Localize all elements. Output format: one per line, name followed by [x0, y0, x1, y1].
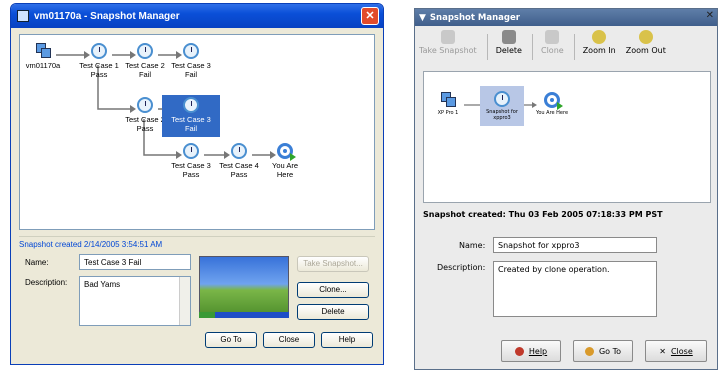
window-title: vm01170a - Snapshot Manager	[34, 10, 180, 22]
thumbnail-start-button	[199, 312, 215, 318]
vm-icon	[439, 92, 457, 108]
help-button[interactable]: Help	[321, 332, 373, 348]
description-field[interactable]: Created by clone operation.	[493, 261, 657, 317]
node-label: You Are Here	[272, 161, 298, 179]
tree-node-vm[interactable]: XP Pro 1	[426, 92, 470, 116]
name-label: Name:	[459, 241, 486, 250]
zoom-out-icon	[638, 30, 653, 44]
window-titlebar[interactable]: vm01170a - Snapshot Manager ✕	[11, 4, 383, 28]
delete-button[interactable]: Delete	[496, 26, 522, 55]
snapshot-tree-canvas[interactable]: XP Pro 1 Snapshot for xppro3 You Are Her…	[423, 71, 711, 203]
button-label: Go To	[598, 346, 622, 356]
name-field[interactable]: Test Case 3 Fail	[79, 254, 191, 270]
snapshot-icon	[494, 91, 510, 107]
tree-node-you-are-here[interactable]: You Are Here	[256, 143, 314, 179]
close-button[interactable]: ✕ Close	[645, 340, 707, 362]
snapshot-icon	[183, 143, 199, 159]
take-snapshot-button[interactable]: Take Snapshot	[419, 26, 477, 55]
description-label: Description:	[437, 263, 486, 272]
go-to-button[interactable]: Go To	[205, 332, 257, 348]
toolbar-separator	[531, 34, 533, 60]
toolbar-separator	[486, 34, 488, 60]
snapshot-screenshot-thumbnail	[199, 256, 289, 318]
window-menu-icon[interactable]: ▼	[419, 13, 426, 23]
node-label: You Are Here	[535, 110, 569, 116]
snapshot-icon	[231, 143, 247, 159]
toolbar-label: Take Snapshot	[419, 46, 477, 55]
node-label: Test Case 3 Fail	[171, 61, 211, 79]
go-to-icon	[584, 346, 594, 356]
help-button[interactable]: Help	[501, 340, 561, 362]
camera-icon	[440, 30, 455, 44]
close-icon: ✕	[659, 346, 666, 356]
snapshot-icon	[183, 97, 199, 113]
toolbar-label: Zoom Out	[625, 46, 666, 55]
node-label: XP Pro 1	[437, 110, 459, 116]
zoom-in-icon	[592, 30, 607, 44]
toolbar-label: Delete	[495, 46, 522, 55]
name-field[interactable]: Snapshot for xppro3	[493, 237, 657, 253]
take-snapshot-button[interactable]: Take Snapshot...	[297, 256, 369, 272]
description-scrollbar[interactable]	[179, 277, 190, 325]
delete-button[interactable]: Delete	[297, 304, 369, 320]
trash-icon	[501, 30, 516, 44]
name-label: Name:	[25, 258, 49, 267]
close-icon[interactable]: ✕	[706, 10, 714, 21]
tree-node-vm[interactable]: vm01170a	[14, 43, 72, 70]
snapshot-icon	[137, 97, 153, 113]
window-title: Snapshot Manager	[429, 12, 520, 23]
go-to-button[interactable]: Go To	[573, 340, 633, 362]
snapshot-created-text: Snapshot created 2/14/2005 3:54:51 AM	[19, 240, 163, 249]
snapshot-icon	[137, 43, 153, 59]
snapshot-manager-window-windows: vm01170a - Snapshot Manager ✕ vm01170a T…	[10, 3, 384, 365]
you-are-here-icon	[544, 92, 563, 110]
toolbar-separator	[573, 34, 575, 60]
tree-node-snapshot-selected[interactable]: Test Case 3 Fail	[162, 95, 220, 137]
toolbar: Take Snapshot Delete Clone Zoom In Zoom …	[415, 26, 717, 66]
close-button[interactable]: Close	[263, 332, 315, 348]
tree-node-snapshot-selected[interactable]: Snapshot for xppro3	[480, 86, 524, 126]
node-label: vm01170a	[25, 61, 61, 70]
snapshot-created-text: Snapshot created: Thu 03 Feb 2005 07:18:…	[423, 210, 663, 219]
you-are-here-icon	[277, 143, 296, 161]
tree-node-you-are-here[interactable]: You Are Here	[530, 92, 574, 116]
description-label: Description:	[25, 278, 68, 287]
clone-button[interactable]: Clone...	[297, 282, 369, 298]
clone-icon	[545, 30, 560, 44]
snapshot-tree-canvas[interactable]: vm01170a Test Case 1 Pass Test Case 2 Fa…	[19, 34, 375, 230]
node-label: Snapshot for xppro3	[486, 109, 518, 121]
node-label: Test Case 3 Fail	[171, 115, 211, 133]
toolbar-label: Zoom In	[582, 46, 616, 55]
app-icon	[17, 10, 29, 22]
help-icon	[514, 346, 524, 356]
toolbar-label: Clone	[540, 46, 564, 55]
button-label: Help	[528, 346, 548, 356]
zoom-out-button[interactable]: Zoom Out	[626, 26, 666, 55]
snapshot-icon	[183, 43, 199, 59]
description-field[interactable]: Bad Yams	[79, 276, 191, 326]
close-icon[interactable]: ✕	[361, 7, 379, 25]
vm-icon	[34, 43, 52, 59]
zoom-in-button[interactable]: Zoom In	[583, 26, 616, 55]
tree-node-snapshot[interactable]: Test Case 3 Fail	[162, 43, 220, 79]
snapshot-manager-window-linux: ▼ Snapshot Manager ✕ Take Snapshot Delet…	[414, 8, 718, 370]
snapshot-icon	[91, 43, 107, 59]
button-label: Close	[670, 346, 693, 356]
clone-button[interactable]: Clone	[541, 26, 564, 55]
window-titlebar[interactable]: ▼ Snapshot Manager ✕	[415, 9, 717, 26]
